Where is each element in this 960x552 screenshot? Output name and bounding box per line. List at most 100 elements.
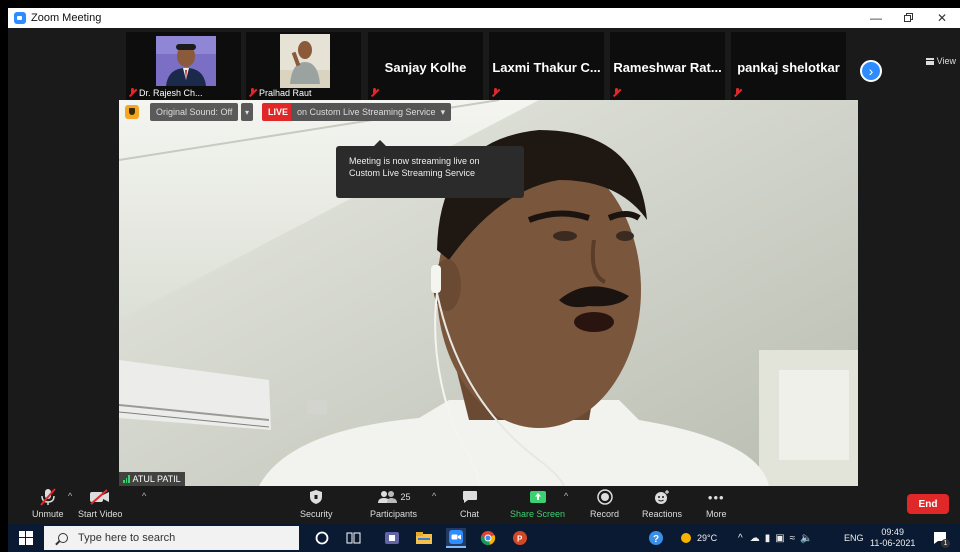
meeting-toolbar: Unmute ^ Start Video ^ Security 25 Parti… <box>8 486 960 524</box>
participant-mic <box>733 88 742 98</box>
active-speaker-video: Original Sound: Off ▾ LIVE on Custom Liv… <box>119 100 858 486</box>
share-screen-icon <box>529 486 547 508</box>
participant-tile[interactable]: Laxmi Thakur C... <box>489 32 604 100</box>
live-service-label: on Custom Live Streaming Service <box>297 107 436 117</box>
security-button[interactable]: Security <box>300 486 333 524</box>
live-service-dropdown[interactable]: on Custom Live Streaming Service ▾ <box>291 103 452 121</box>
teams-icon[interactable] <box>382 528 402 548</box>
reactions-button[interactable]: Reactions <box>642 486 682 524</box>
participant-photo <box>280 34 330 88</box>
participant-name: Rameshwar Rat... <box>613 60 722 75</box>
weather-widget[interactable]: 29°C <box>680 524 717 552</box>
restore-button[interactable] <box>892 8 924 28</box>
security-shield-icon[interactable] <box>125 105 139 119</box>
taskbar-clock[interactable]: 09:49 11-06-2021 <box>870 524 915 552</box>
wifi-icon: ≈ <box>789 532 796 544</box>
more-button[interactable]: ••• More <box>706 486 727 524</box>
participant-tile[interactable]: Sanjay Kolhe <box>368 32 483 100</box>
audio-options-caret[interactable]: ^ <box>68 491 72 501</box>
record-icon <box>596 486 613 508</box>
close-button[interactable]: ✕ <box>926 8 958 28</box>
search-icon <box>58 533 68 543</box>
windows-taskbar: Type here to search P ? 29°C ^ ☁ ▮ ▣ ≈ 🔈… <box>8 524 960 552</box>
title-bar: Zoom Meeting — ✕ <box>8 8 960 28</box>
svg-text:?: ? <box>653 534 659 545</box>
shield-icon <box>309 486 323 508</box>
zoom-taskbar-icon[interactable] <box>446 528 466 548</box>
task-view-icon[interactable] <box>344 528 364 548</box>
participants-icon: 25 <box>377 486 411 508</box>
share-options-caret[interactable]: ^ <box>564 491 568 501</box>
zoom-window: Zoom Meeting — ✕ Dr. Rajesh Ch... Pralha… <box>8 8 960 552</box>
chevron-down-icon: ▾ <box>244 107 249 117</box>
file-explorer-icon[interactable] <box>414 528 434 548</box>
next-page-button[interactable]: › <box>860 60 882 82</box>
view-grid-icon <box>925 57 934 65</box>
participant-name: Pralhad Raut <box>248 88 312 98</box>
reactions-icon <box>653 486 671 508</box>
chrome-icon[interactable] <box>478 528 498 548</box>
clock-date: 11-06-2021 <box>870 538 916 548</box>
notifications-icon[interactable]: 1 <box>930 528 950 548</box>
view-button[interactable]: View <box>925 56 956 66</box>
mic-muted-icon <box>39 486 57 508</box>
restore-icon <box>904 13 913 22</box>
participant-tile[interactable]: Rameshwar Rat... <box>610 32 725 100</box>
participant-mic <box>612 88 621 98</box>
mic-muted-icon <box>612 88 621 98</box>
participant-strip: Dr. Rajesh Ch... Pralhad Raut Sanjay Kol… <box>8 28 960 100</box>
mic-muted-icon <box>491 88 500 98</box>
video-off-icon <box>89 486 111 508</box>
powerpoint-icon[interactable]: P <box>510 528 530 548</box>
cortana-icon[interactable] <box>312 528 332 548</box>
video-options-caret[interactable]: ^ <box>142 491 146 501</box>
start-video-button[interactable]: Start Video <box>78 486 122 524</box>
chat-icon <box>462 486 478 508</box>
participant-name: Dr. Rajesh Ch... <box>128 88 203 98</box>
participant-name: pankaj shelotkar <box>737 60 840 75</box>
participant-tile[interactable]: pankaj shelotkar <box>731 32 846 100</box>
end-meeting-button[interactable]: End <box>907 494 949 514</box>
original-sound-button[interactable]: Original Sound: Off <box>150 103 239 121</box>
svg-text:P: P <box>517 535 523 544</box>
chevron-up-icon: ^ <box>738 532 743 544</box>
minimize-button[interactable]: — <box>860 8 892 28</box>
chevron-right-icon: › <box>868 63 874 79</box>
participant-mic <box>370 88 379 98</box>
screen: Zoom Meeting — ✕ Dr. Rajesh Ch... Pralha… <box>0 0 960 552</box>
windows-start-icon[interactable] <box>16 528 36 548</box>
usb-icon: ▮ <box>764 532 771 544</box>
volume-icon: 🔈 <box>800 532 813 544</box>
mic-muted-icon <box>370 88 379 98</box>
weather-sun-icon <box>681 533 691 543</box>
cloud-icon: ☁ <box>749 532 760 544</box>
live-badge[interactable]: LIVE <box>262 103 295 121</box>
mic-muted-icon <box>733 88 742 98</box>
participant-tile[interactable]: Dr. Rajesh Ch... <box>126 32 241 100</box>
battery-icon: ▣ <box>775 532 785 544</box>
system-tray-icons[interactable]: ^ ☁ ▮ ▣ ≈ 🔈 <box>738 524 813 552</box>
chat-button[interactable]: Chat <box>460 486 479 524</box>
participants-options-caret[interactable]: ^ <box>432 491 436 501</box>
participant-tile[interactable]: Pralhad Raut <box>246 32 361 100</box>
participant-count: 25 <box>400 492 411 502</box>
speaker-name-label: ATUL PATIL <box>119 472 185 486</box>
participant-name: Laxmi Thakur C... <box>492 60 601 75</box>
more-dots-icon: ••• <box>707 489 725 505</box>
signal-strength-icon <box>123 475 130 483</box>
mic-muted-icon <box>128 88 137 98</box>
language-indicator[interactable]: ENG <box>844 524 864 552</box>
participant-name: Sanjay Kolhe <box>384 60 467 75</box>
unmute-button[interactable]: Unmute <box>32 486 64 524</box>
help-icon[interactable]: ? <box>646 528 666 548</box>
record-button[interactable]: Record <box>590 486 619 524</box>
chevron-down-icon: ▾ <box>440 106 446 117</box>
participants-button[interactable]: 25 Participants <box>370 486 417 524</box>
participant-mic <box>491 88 500 98</box>
participant-photo <box>156 36 216 86</box>
taskbar-search-box[interactable]: Type here to search <box>44 526 299 550</box>
share-screen-button[interactable]: Share Screen <box>510 486 565 524</box>
notification-count: 1 <box>941 539 950 548</box>
mic-muted-icon <box>248 88 257 98</box>
original-sound-dropdown[interactable]: ▾ <box>241 103 253 121</box>
